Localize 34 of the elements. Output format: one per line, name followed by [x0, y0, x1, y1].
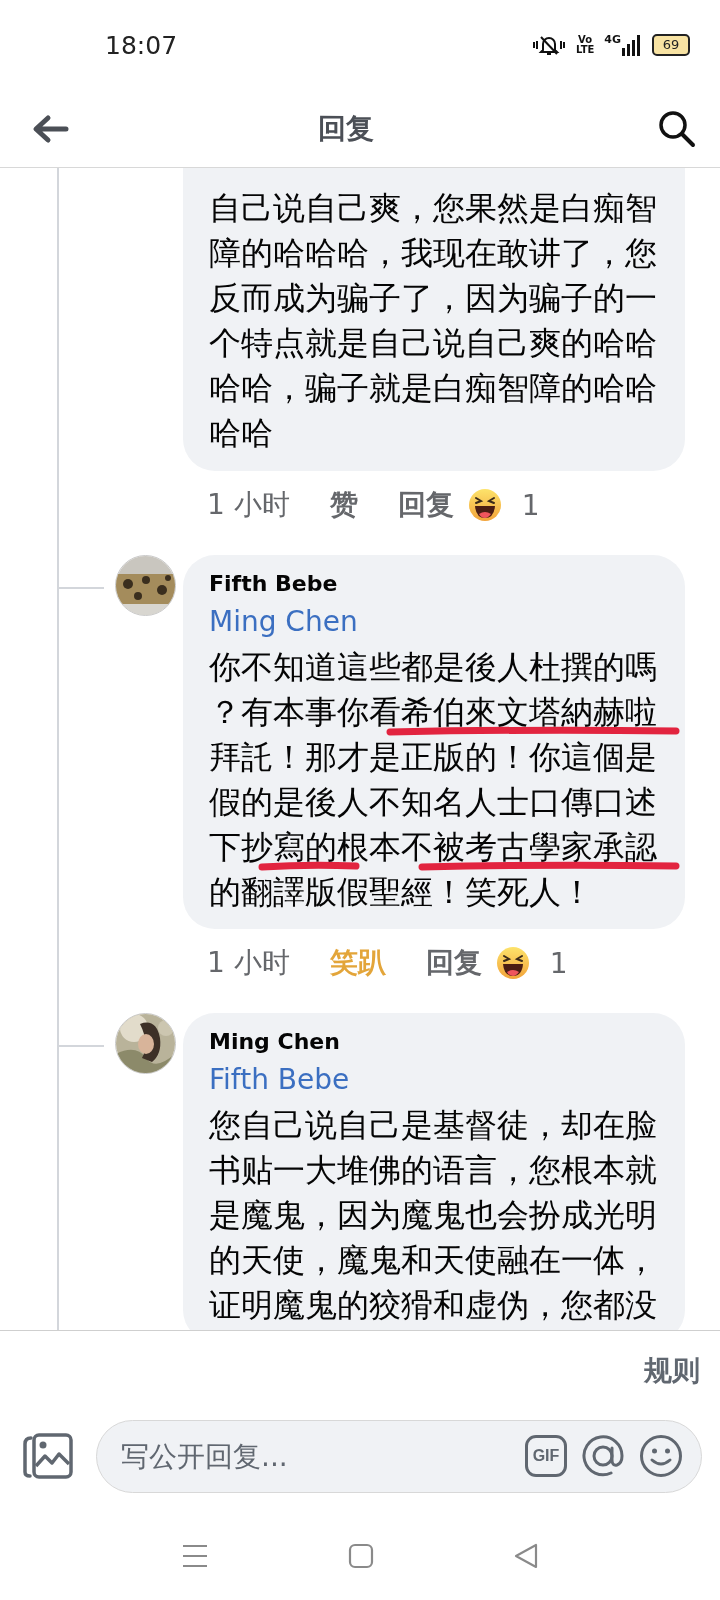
volte-label: Vo: [578, 35, 593, 45]
volte-label: LTE: [575, 45, 595, 55]
network-label: 4G: [604, 34, 621, 45]
like-link[interactable]: 赞: [329, 486, 358, 524]
mention-link[interactable]: Fifth Bebe: [209, 1057, 665, 1103]
home-icon[interactable]: [348, 1543, 374, 1569]
comment-text: 您自己说自己是基督徒，却在脸 书贴一大堆佛的语言，您根本就 是魔鬼，因为魔鬼也会扮成光明 的天使，魔鬼和天使融在一体， 证明魔鬼的狡猾和虚伪，您都没: [209, 1106, 658, 1325]
laughing-face-icon: [467, 488, 502, 522]
reply-link[interactable]: 回复: [397, 486, 454, 524]
author-name[interactable]: Ming Chen: [209, 1027, 665, 1057]
gif-button[interactable]: GIF: [525, 1435, 567, 1477]
reaction-count: 1: [521, 488, 540, 522]
search-icon: [658, 109, 696, 148]
emoji-icon[interactable]: [639, 1434, 683, 1478]
reaction-count: 1: [549, 946, 568, 980]
page-title: 回复: [318, 110, 374, 147]
author-name[interactable]: Fifth Bebe: [209, 569, 665, 599]
comment-text: 自己说自己爽，您果然是白痴智 障的哈哈哈，我现在敢讲了，您 反而成为骗子了，因为骗子的一 个特点就是自己说自己爽的哈哈 哈哈，骗子就是白痴智障的哈哈 哈哈: [209, 189, 658, 453]
comment-text: 你不知道這些都是後人杜撰的嗎 ？有本事你看希伯來文塔納赫啦 拜託！那才是正版的！你這個是 假的是後人不知名人士口傳口述 下抄寫的根本不被考古學家承認 的翻譯版假聖經！笑死人！: [209, 648, 658, 912]
photo-icon[interactable]: [22, 1432, 74, 1480]
comment-time: 1 小时: [207, 945, 290, 981]
comment-time: 1 小时: [207, 487, 290, 523]
status-time: 18:07: [105, 30, 178, 60]
laughing-face-icon: [495, 946, 530, 980]
rules-link[interactable]: 规则: [644, 1352, 700, 1390]
mention-icon[interactable]: [581, 1434, 625, 1478]
back-arrow-icon: [32, 113, 70, 144]
menu-icon[interactable]: [182, 1544, 208, 1568]
mention-link[interactable]: Ming Chen: [209, 599, 665, 645]
reply-field[interactable]: 写公开回复... GIF: [96, 1419, 702, 1493]
signal-icon: [622, 34, 642, 56]
battery-indicator: 69: [652, 34, 690, 56]
reply-link[interactable]: 回复: [425, 944, 482, 982]
back-icon[interactable]: [514, 1543, 538, 1569]
